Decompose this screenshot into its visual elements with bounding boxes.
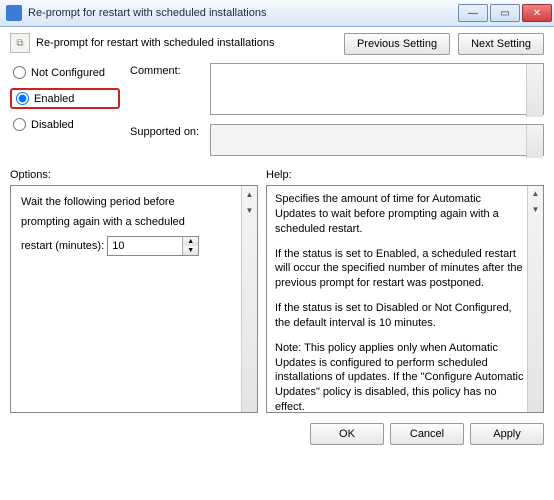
radio-enabled-input[interactable] xyxy=(16,92,29,105)
ok-button[interactable]: OK xyxy=(310,423,384,445)
previous-setting-button[interactable]: Previous Setting xyxy=(344,33,450,55)
scroll-down-icon[interactable]: ▼ xyxy=(242,202,257,218)
scroll-up-icon[interactable]: ▲ xyxy=(528,186,543,202)
options-panel: Wait the following period before prompti… xyxy=(10,185,258,413)
spinner-up-icon[interactable]: ▲ xyxy=(183,237,198,246)
maximize-button[interactable]: ▭ xyxy=(490,4,520,22)
restart-minutes-input[interactable] xyxy=(108,237,182,255)
radio-disabled[interactable]: Disabled xyxy=(10,117,120,132)
radio-enabled[interactable]: Enabled xyxy=(10,88,120,109)
radio-enabled-label: Enabled xyxy=(34,93,74,105)
radio-not-configured-label: Not Configured xyxy=(31,67,105,79)
restart-minutes-spinner[interactable]: ▲ ▼ xyxy=(107,236,199,256)
close-button[interactable]: ✕ xyxy=(522,4,552,22)
titlebar: Re-prompt for restart with scheduled ins… xyxy=(0,0,554,27)
scroll-up-icon[interactable]: ▲ xyxy=(242,186,257,202)
help-scrollbar[interactable]: ▲ ▼ xyxy=(527,186,543,412)
restart-minutes-label: restart (minutes): xyxy=(21,240,104,252)
radio-not-configured[interactable]: Not Configured xyxy=(10,65,120,80)
option-text-1: Wait the following period before xyxy=(21,196,247,208)
radio-disabled-label: Disabled xyxy=(31,119,74,131)
policy-title: Re-prompt for restart with scheduled ins… xyxy=(36,37,274,49)
apply-button[interactable]: Apply xyxy=(470,423,544,445)
policy-icon: ⧉ xyxy=(10,33,30,53)
options-heading: Options: xyxy=(10,169,266,181)
radio-disabled-input[interactable] xyxy=(13,118,26,131)
scroll-down-icon[interactable]: ▼ xyxy=(528,202,543,218)
help-paragraph: If the status is set to Disabled or Not … xyxy=(275,301,525,331)
radio-not-configured-input[interactable] xyxy=(13,66,26,79)
help-paragraph: Note: This policy applies only when Auto… xyxy=(275,341,525,413)
help-heading: Help: xyxy=(266,169,292,181)
comment-label: Comment: xyxy=(130,63,210,77)
cancel-button[interactable]: Cancel xyxy=(390,423,464,445)
help-paragraph: If the status is set to Enabled, a sched… xyxy=(275,247,525,292)
minimize-button[interactable]: — xyxy=(458,4,488,22)
comment-textarea[interactable] xyxy=(210,63,544,115)
supported-on-label: Supported on: xyxy=(130,124,210,138)
option-text-2: prompting again with a scheduled xyxy=(21,216,247,228)
help-paragraph: Specifies the amount of time for Automat… xyxy=(275,192,525,237)
window-title: Re-prompt for restart with scheduled ins… xyxy=(28,7,456,19)
spinner-down-icon[interactable]: ▼ xyxy=(183,246,198,255)
supported-on-text xyxy=(210,124,544,156)
window-controls: — ▭ ✕ xyxy=(456,4,552,22)
help-panel: Specifies the amount of time for Automat… xyxy=(266,185,544,413)
next-setting-button[interactable]: Next Setting xyxy=(458,33,544,55)
app-icon xyxy=(6,5,22,21)
options-scrollbar[interactable]: ▲ ▼ xyxy=(241,186,257,412)
